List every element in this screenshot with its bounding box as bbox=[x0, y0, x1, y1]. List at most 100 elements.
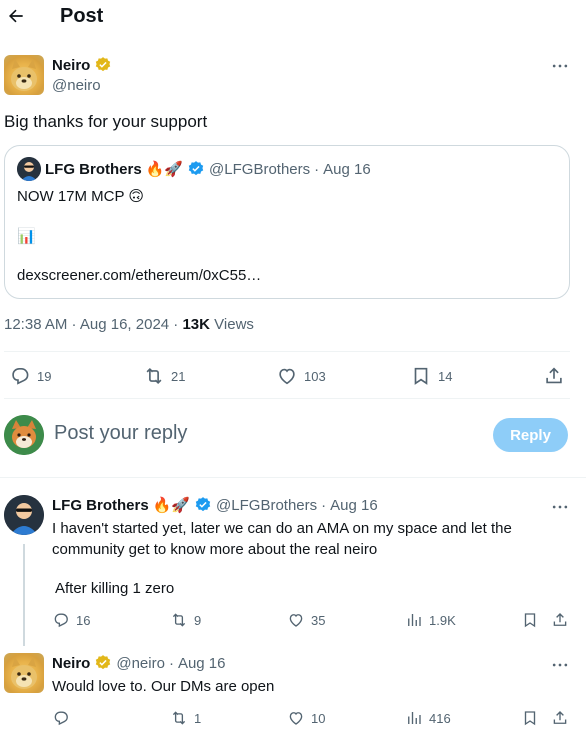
repost-count: 21 bbox=[171, 368, 186, 384]
divider bbox=[4, 398, 570, 399]
more-dots-icon bbox=[552, 505, 568, 509]
repost-count: 1 bbox=[194, 710, 202, 726]
repost-action[interactable]: 9 bbox=[170, 611, 201, 629]
verified-badge-icon bbox=[188, 161, 204, 176]
quote-avatar bbox=[17, 157, 41, 181]
reply-action[interactable]: 16 bbox=[52, 611, 90, 629]
more-button[interactable] bbox=[550, 497, 570, 517]
divider bbox=[4, 351, 570, 352]
repost-icon bbox=[172, 613, 186, 627]
post-author[interactable]: Neiro bbox=[52, 56, 112, 74]
reply-separator: · bbox=[168, 654, 174, 672]
share-action[interactable] bbox=[551, 709, 569, 727]
like-action[interactable]: 35 bbox=[287, 611, 325, 629]
share-action[interactable] bbox=[543, 365, 565, 387]
page-title: Post bbox=[60, 5, 104, 27]
like-action[interactable]: 103 bbox=[276, 365, 326, 387]
reply-author-emoji: 🔥🚀 bbox=[152, 497, 191, 514]
verified-badge-icon bbox=[96, 57, 111, 72]
bookmark-action[interactable]: 14 bbox=[410, 365, 452, 387]
reply-author-handle[interactable]: @neiro bbox=[116, 655, 165, 672]
reply-date[interactable]: Aug 16 bbox=[330, 497, 378, 514]
like-count: 35 bbox=[311, 612, 326, 628]
repost-action[interactable]: 1 bbox=[170, 709, 201, 727]
reply-icon bbox=[12, 368, 29, 385]
author-name[interactable]: Neiro bbox=[52, 57, 90, 74]
bookmark-icon bbox=[524, 613, 536, 628]
reply-avatar[interactable] bbox=[4, 495, 44, 535]
views-count: 416 bbox=[429, 710, 451, 726]
reply-author-handle[interactable]: @LFGBrothers bbox=[216, 497, 317, 514]
like-count: 103 bbox=[304, 368, 326, 384]
reply-count: 16 bbox=[76, 612, 91, 628]
reply-action[interactable] bbox=[52, 709, 76, 727]
share-action[interactable] bbox=[551, 611, 569, 629]
quote-separator: · bbox=[314, 160, 320, 178]
views-count: 13K bbox=[182, 316, 210, 333]
arrow-left-icon bbox=[9, 9, 23, 23]
repost-icon bbox=[172, 711, 186, 725]
analytics-icon bbox=[408, 712, 421, 724]
thread-connector bbox=[23, 544, 25, 646]
quote-link[interactable]: dexscreener.com/ethereum/0xC55… bbox=[17, 265, 261, 286]
reply-separator: · bbox=[321, 496, 327, 514]
reply-date[interactable]: Aug 16 bbox=[178, 655, 226, 672]
share-icon bbox=[553, 613, 567, 626]
author-handle[interactable]: @neiro bbox=[52, 77, 101, 94]
shiba-avatar-image bbox=[4, 415, 44, 455]
reply-count: 19 bbox=[37, 368, 52, 384]
verified-badge-icon bbox=[96, 655, 111, 670]
heart-icon bbox=[279, 368, 295, 385]
repost-action[interactable]: 21 bbox=[143, 365, 185, 387]
quote-header: LFG Brothers 🔥🚀 @LFGBrothers · Aug 16 bbox=[45, 160, 371, 179]
views-count: 1.9K bbox=[429, 612, 456, 628]
reply-text-line-2: community get to know more about the rea… bbox=[52, 541, 378, 558]
reply-author-name[interactable]: Neiro bbox=[52, 655, 90, 672]
quote-author-emoji: 🔥🚀 bbox=[145, 161, 184, 178]
more-button[interactable] bbox=[550, 655, 570, 675]
composer-avatar[interactable] bbox=[4, 415, 44, 455]
back-button[interactable] bbox=[4, 4, 28, 28]
character-avatar-image bbox=[17, 157, 41, 181]
reply-author-name[interactable]: LFG Brothers bbox=[52, 497, 149, 514]
quote-line-2: 📊 bbox=[17, 228, 36, 245]
quote-author-name: LFG Brothers bbox=[45, 160, 142, 178]
avatar[interactable] bbox=[4, 55, 44, 95]
reply-avatar[interactable] bbox=[4, 653, 44, 693]
bookmark-action[interactable] bbox=[521, 709, 539, 727]
more-dots-icon bbox=[552, 64, 568, 68]
analytics-icon bbox=[408, 614, 421, 626]
doge-avatar-image bbox=[11, 657, 37, 689]
bookmark-action[interactable] bbox=[521, 611, 539, 629]
reply-header: Neiro @neiro · Aug 16 bbox=[52, 654, 225, 672]
reply-text-line-3: After killing 1 zero bbox=[55, 580, 175, 597]
heart-icon bbox=[289, 712, 303, 725]
views-action[interactable]: 416 bbox=[405, 709, 451, 727]
character-avatar-image bbox=[4, 495, 44, 535]
bookmark-icon bbox=[414, 367, 428, 385]
post-text: Big thanks for your support bbox=[4, 112, 208, 131]
reply-input[interactable]: Post your reply bbox=[54, 422, 187, 445]
heart-icon bbox=[289, 614, 303, 627]
quote-date: Aug 16 bbox=[323, 160, 371, 178]
timestamp-text[interactable]: 12:38 AM · Aug 16, 2024 · bbox=[4, 316, 182, 333]
bookmark-count: 14 bbox=[438, 368, 453, 384]
views-action[interactable]: 1.9K bbox=[405, 611, 456, 629]
more-button[interactable] bbox=[550, 56, 570, 76]
doge-avatar-image bbox=[11, 59, 37, 91]
more-dots-icon bbox=[552, 663, 568, 667]
reply-button[interactable]: Reply bbox=[493, 418, 568, 452]
post-timestamp: 12:38 AM · Aug 16, 2024 · 13K Views bbox=[4, 316, 254, 333]
reply-icon bbox=[54, 613, 68, 628]
quote-author-handle: @LFGBrothers bbox=[209, 160, 311, 178]
like-count: 10 bbox=[311, 710, 326, 726]
like-action[interactable]: 10 bbox=[287, 709, 325, 727]
divider bbox=[0, 477, 586, 478]
reply-header: LFG Brothers 🔥🚀 @LFGBrothers · Aug 16 bbox=[52, 496, 378, 515]
repost-count: 9 bbox=[194, 612, 202, 628]
share-icon bbox=[553, 711, 567, 724]
reply-text-line-1: I haven't started yet, later we can do a… bbox=[52, 520, 512, 537]
reply-text-line-1: Would love to. Our DMs are open bbox=[52, 678, 275, 695]
bookmark-icon bbox=[524, 711, 536, 726]
reply-action[interactable]: 19 bbox=[9, 365, 51, 387]
